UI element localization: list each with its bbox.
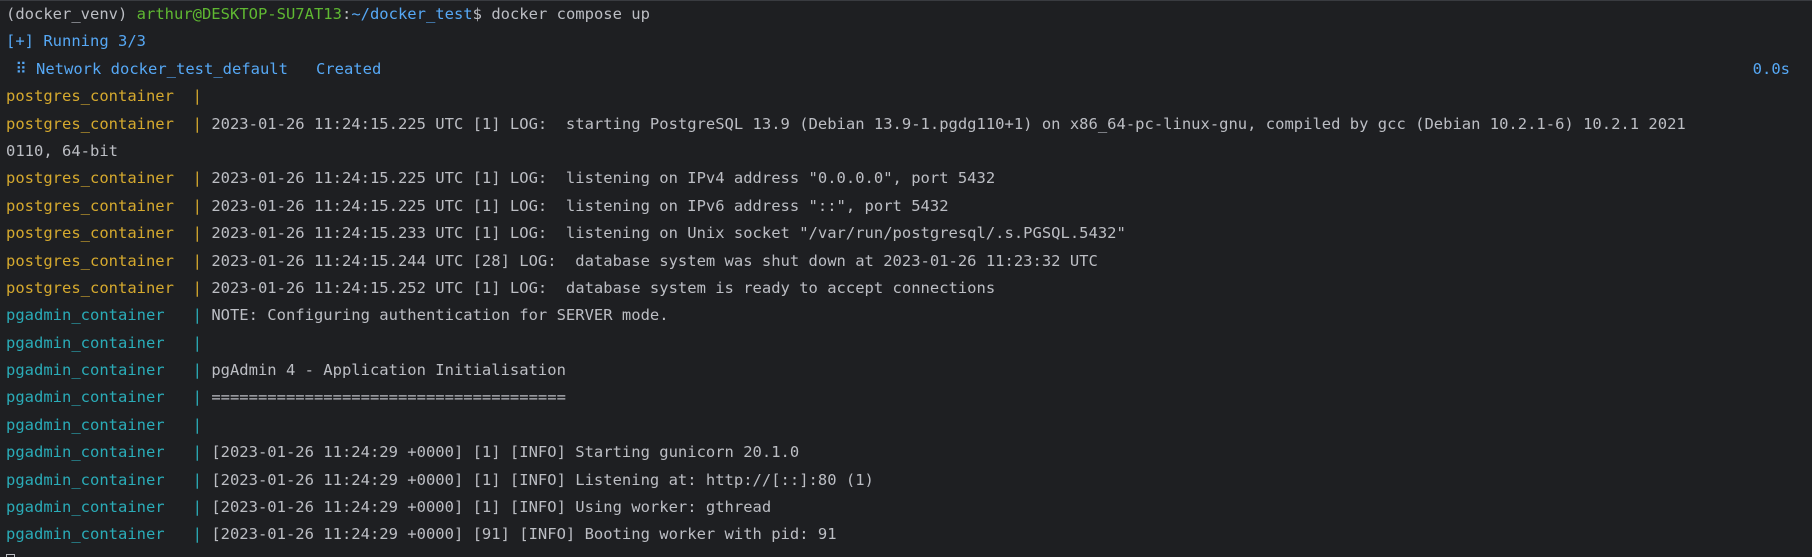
terminal-window[interactable]: (docker_venv) arthur@DESKTOP-SU7AT13:~/d…: [0, 0, 1812, 557]
venv-label: (docker_venv): [6, 5, 137, 23]
log-separator: |: [192, 443, 212, 462]
log-separator: |: [192, 361, 212, 380]
network-status-row: ⠿ Network docker_test_default Created 0.0…: [6, 56, 1806, 83]
log-line: pgadmin_container | NOTE: Configuring au…: [6, 302, 1806, 329]
log-separator: |: [192, 333, 212, 352]
log-line: postgres_container | 2023-01-26 11:24:15…: [6, 111, 1806, 138]
log-output: postgres_container | postgres_container …: [6, 83, 1806, 549]
network-status-time: 0.0s: [1752, 59, 1790, 78]
log-service-name: postgres_container: [6, 224, 193, 243]
log-service-name: postgres_container: [6, 196, 193, 215]
log-separator: |: [192, 388, 212, 407]
log-line: postgres_container | 2023-01-26 11:24:15…: [6, 275, 1806, 302]
log-separator: |: [192, 169, 212, 188]
log-message: 2023-01-26 11:24:15.225 UTC [1] LOG: lis…: [211, 169, 996, 188]
log-line: pgadmin_container |: [6, 330, 1806, 357]
log-message: 2023-01-26 11:24:15.225 UTC [1] LOG: lis…: [211, 196, 949, 215]
network-status-text: ⠿ Network docker_test_default Created: [6, 59, 382, 78]
log-service-name: postgres_container: [6, 251, 193, 270]
log-message: 2023-01-26 11:24:15.252 UTC [1] LOG: dat…: [211, 278, 996, 297]
log-separator: |: [192, 251, 212, 270]
prompt-dollar: $: [472, 5, 492, 23]
log-separator: |: [192, 470, 212, 489]
log-service-name: pgadmin_container: [6, 443, 193, 462]
log-separator: |: [192, 114, 212, 133]
log-line: postgres_container | 2023-01-26 11:24:15…: [6, 193, 1806, 220]
prompt-line: (docker_venv) arthur@DESKTOP-SU7AT13:~/d…: [6, 1, 1806, 28]
log-line: pgadmin_container | pgAdmin 4 - Applicat…: [6, 357, 1806, 384]
log-service-name: pgadmin_container: [6, 306, 193, 325]
log-line: pgadmin_container | [2023-01-26 11:24:29…: [6, 467, 1806, 494]
log-service-name: postgres_container: [6, 114, 193, 133]
log-service-name: pgadmin_container: [6, 415, 193, 434]
command-text: docker compose up: [491, 5, 650, 23]
log-message: [2023-01-26 11:24:29 +0000] [1] [INFO] L…: [211, 470, 874, 489]
cursor-line: [6, 549, 1806, 557]
running-status: [+] Running 3/3: [6, 32, 146, 51]
log-message: 2023-01-26 11:24:15.244 UTC [28] LOG: da…: [211, 251, 1098, 270]
log-line: pgadmin_container |: [6, 412, 1806, 439]
log-line: pgadmin_container | [2023-01-26 11:24:29…: [6, 439, 1806, 466]
log-separator: |: [192, 498, 212, 517]
log-line: pgadmin_container | [2023-01-26 11:24:29…: [6, 494, 1806, 521]
log-service-name: postgres_container: [6, 87, 193, 106]
log-service-name: pgadmin_container: [6, 498, 193, 517]
prompt-colon: :: [341, 5, 352, 23]
log-message: pgAdmin 4 - Application Initialisation: [211, 361, 566, 380]
log-separator: |: [192, 306, 212, 325]
log-message: 2023-01-26 11:24:15.233 UTC [1] LOG: lis…: [211, 224, 1126, 243]
log-service-name: pgadmin_container: [6, 333, 193, 352]
log-service-name: postgres_container: [6, 169, 193, 188]
current-path: ~/docker_test: [351, 5, 473, 23]
log-separator: |: [192, 278, 212, 297]
log-service-name: pgadmin_container: [6, 525, 193, 544]
log-separator: |: [192, 196, 212, 215]
log-message: 2023-01-26 11:24:15.225 UTC [1] LOG: sta…: [211, 114, 1686, 133]
log-message: 0110, 64-bit: [6, 141, 118, 160]
log-message: [2023-01-26 11:24:29 +0000] [91] [INFO] …: [211, 525, 837, 544]
log-message: [2023-01-26 11:24:29 +0000] [1] [INFO] S…: [211, 443, 800, 462]
log-line: pgadmin_container | [2023-01-26 11:24:29…: [6, 521, 1806, 548]
log-line: pgadmin_container | ====================…: [6, 384, 1806, 411]
log-message: ======================================: [211, 388, 566, 407]
log-service-name: postgres_container: [6, 278, 193, 297]
user-host: arthur@DESKTOP-SU7AT13: [136, 5, 342, 23]
log-separator: |: [192, 415, 212, 434]
log-service-name: pgadmin_container: [6, 388, 193, 407]
log-separator: |: [192, 525, 212, 544]
log-line: postgres_container | 2023-01-26 11:24:15…: [6, 220, 1806, 247]
log-line: postgres_container | 2023-01-26 11:24:15…: [6, 165, 1806, 192]
log-line: 0110, 64-bit: [6, 138, 1806, 165]
log-line: postgres_container |: [6, 83, 1806, 110]
log-service-name: pgadmin_container: [6, 470, 193, 489]
log-message: [2023-01-26 11:24:29 +0000] [1] [INFO] U…: [211, 498, 772, 517]
log-line: postgres_container | 2023-01-26 11:24:15…: [6, 248, 1806, 275]
log-separator: |: [192, 224, 212, 243]
log-service-name: pgadmin_container: [6, 361, 193, 380]
log-message: NOTE: Configuring authentication for SER…: [211, 306, 669, 325]
log-separator: |: [192, 87, 212, 106]
